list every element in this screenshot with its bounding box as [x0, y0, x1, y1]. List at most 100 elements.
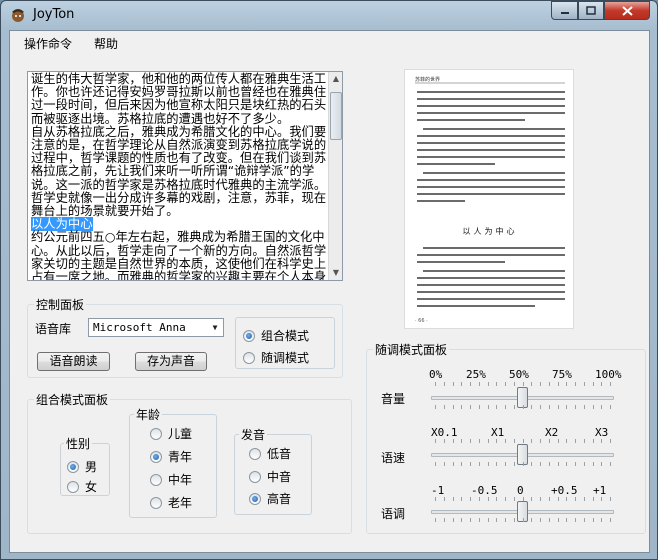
page-text-lines: [415, 82, 565, 307]
slider-tick: [505, 462, 506, 466]
slider-tick: [443, 405, 445, 409]
editor-content: 诞生的伟大哲学家，他和他的两位传人都在雅典生活工作。你也许还记得安妈罗哥拉斯以前…: [31, 72, 327, 280]
slider-tick: [496, 518, 498, 522]
radio-dot: [150, 496, 162, 509]
slider-tick: [487, 462, 489, 466]
slider-tick: [610, 382, 611, 386]
slider-tick: [461, 497, 463, 501]
slider-tick: [557, 462, 559, 466]
slider-tick: [575, 439, 576, 443]
volume-tick-label: 75%: [552, 368, 572, 381]
scroll-thumb[interactable]: [330, 92, 342, 140]
radio-tune-mode[interactable]: 随调模式: [243, 349, 309, 366]
radio-gender-female[interactable]: 女: [67, 478, 97, 495]
slider-tick: [522, 405, 524, 409]
slider-tick: [522, 497, 524, 501]
tune-mode-panel: 随调模式面板 音量 0% 25% 50% 75% 100% 语速 X0.1 X1…: [366, 341, 646, 534]
slider-tick: [583, 518, 585, 522]
slider-tick: [496, 382, 498, 386]
save-audio-button[interactable]: 存为声音: [135, 352, 207, 371]
slider-tick: [522, 439, 524, 443]
slider-tick: [470, 439, 471, 443]
text-editor[interactable]: 诞生的伟大哲学家，他和他的两位传人都在雅典生活工作。你也许还记得安妈罗哥拉斯以前…: [27, 71, 343, 281]
slider-tick: [478, 518, 480, 522]
radio-age-child[interactable]: 儿童: [150, 425, 192, 442]
slider-tick: [470, 497, 471, 501]
slider-tick: [478, 382, 480, 386]
slider-tick: [592, 518, 594, 522]
scroll-up-icon[interactable]: ▲: [330, 72, 342, 86]
menu-operations[interactable]: 操作命令: [24, 35, 72, 52]
editor-paragraph-2: 自从苏格拉底之后，雅典成为希腊文化的中心。我们要注意的是，在哲学理论从自然派演变…: [31, 124, 327, 219]
slider-tick: [601, 497, 603, 501]
title-bar[interactable]: JoyTon: [1, 1, 657, 29]
slider-tick: [610, 439, 611, 443]
close-button[interactable]: [604, 1, 650, 20]
minimize-button[interactable]: [551, 1, 578, 20]
control-panel-title: 控制面板: [34, 296, 87, 313]
editor-scrollbar[interactable]: ▲ ▼: [328, 72, 342, 280]
scroll-down-icon[interactable]: ▼: [330, 266, 342, 280]
slider-tick: [496, 462, 498, 466]
menu-bar: 操作命令 帮助: [10, 31, 649, 55]
slider-tick: [575, 382, 576, 386]
maximize-button[interactable]: [578, 1, 604, 20]
window-title: JoyTon: [33, 7, 75, 22]
radio-age-youth[interactable]: 青年: [150, 448, 192, 465]
radio-gender-male[interactable]: 男: [67, 458, 97, 475]
radio-pitch-low-label: 低音: [267, 447, 292, 461]
minimize-icon: [560, 11, 569, 14]
radio-age-middle[interactable]: 中年: [150, 471, 192, 488]
slider-tick: [583, 497, 585, 501]
slider-tick: [435, 518, 436, 522]
gender-group: 性别 男 女: [60, 435, 110, 496]
slider-tick: [496, 439, 498, 443]
radio-age-senior[interactable]: 老年: [150, 494, 192, 511]
slider-tick: [610, 497, 611, 501]
page-footer: · 66 ·: [415, 318, 428, 324]
slider-tick: [610, 405, 611, 409]
slider-tick: [513, 382, 515, 386]
tone-tick-label: -1: [431, 484, 445, 497]
slider-tick: [470, 382, 471, 386]
tone-tick-label: +1: [593, 484, 607, 497]
slider-tick: [513, 439, 515, 443]
slider-tick: [487, 405, 489, 409]
slider-tick: [566, 497, 568, 501]
slider-tick: [452, 497, 454, 501]
radio-dot: [243, 351, 255, 364]
radio-age-middle-label: 中年: [168, 473, 193, 487]
voice-select[interactable]: Microsoft Anna ▼: [88, 318, 224, 337]
slider-tick: [513, 405, 515, 409]
radio-pitch-high[interactable]: 高音: [249, 490, 291, 507]
slider-tick: [478, 497, 480, 501]
slider-tick: [505, 405, 506, 409]
radio-combo-mode[interactable]: 组合模式: [243, 327, 309, 344]
read-aloud-button[interactable]: 语音朗读: [37, 352, 110, 371]
radio-dot: [67, 460, 79, 473]
slider-tick: [583, 405, 585, 409]
slider-tick: [575, 462, 576, 466]
slider-tick: [557, 382, 559, 386]
slider-tick: [487, 518, 489, 522]
radio-pitch-mid[interactable]: 中音: [249, 468, 291, 485]
volume-tick-label: 100%: [595, 368, 622, 381]
radio-age-child-label: 儿童: [168, 427, 193, 441]
speed-tick-label: X2: [545, 426, 559, 439]
slider-tick: [470, 462, 471, 466]
slider-tick: [610, 462, 611, 466]
slider-tick: [522, 518, 524, 522]
slider-tick: [452, 518, 454, 522]
slider-tick: [557, 518, 559, 522]
radio-gender-female-label: 女: [85, 480, 98, 494]
slider-tick: [592, 497, 594, 501]
slider-tick: [478, 439, 480, 443]
slider-tick: [513, 497, 515, 501]
slider-tick: [443, 462, 445, 466]
menu-help[interactable]: 帮助: [94, 35, 118, 52]
slider-tick: [478, 405, 480, 409]
speed-tick-label: X1: [491, 426, 505, 439]
slider-tick: [487, 382, 489, 386]
radio-pitch-low[interactable]: 低音: [249, 445, 291, 462]
slider-tick: [461, 405, 463, 409]
